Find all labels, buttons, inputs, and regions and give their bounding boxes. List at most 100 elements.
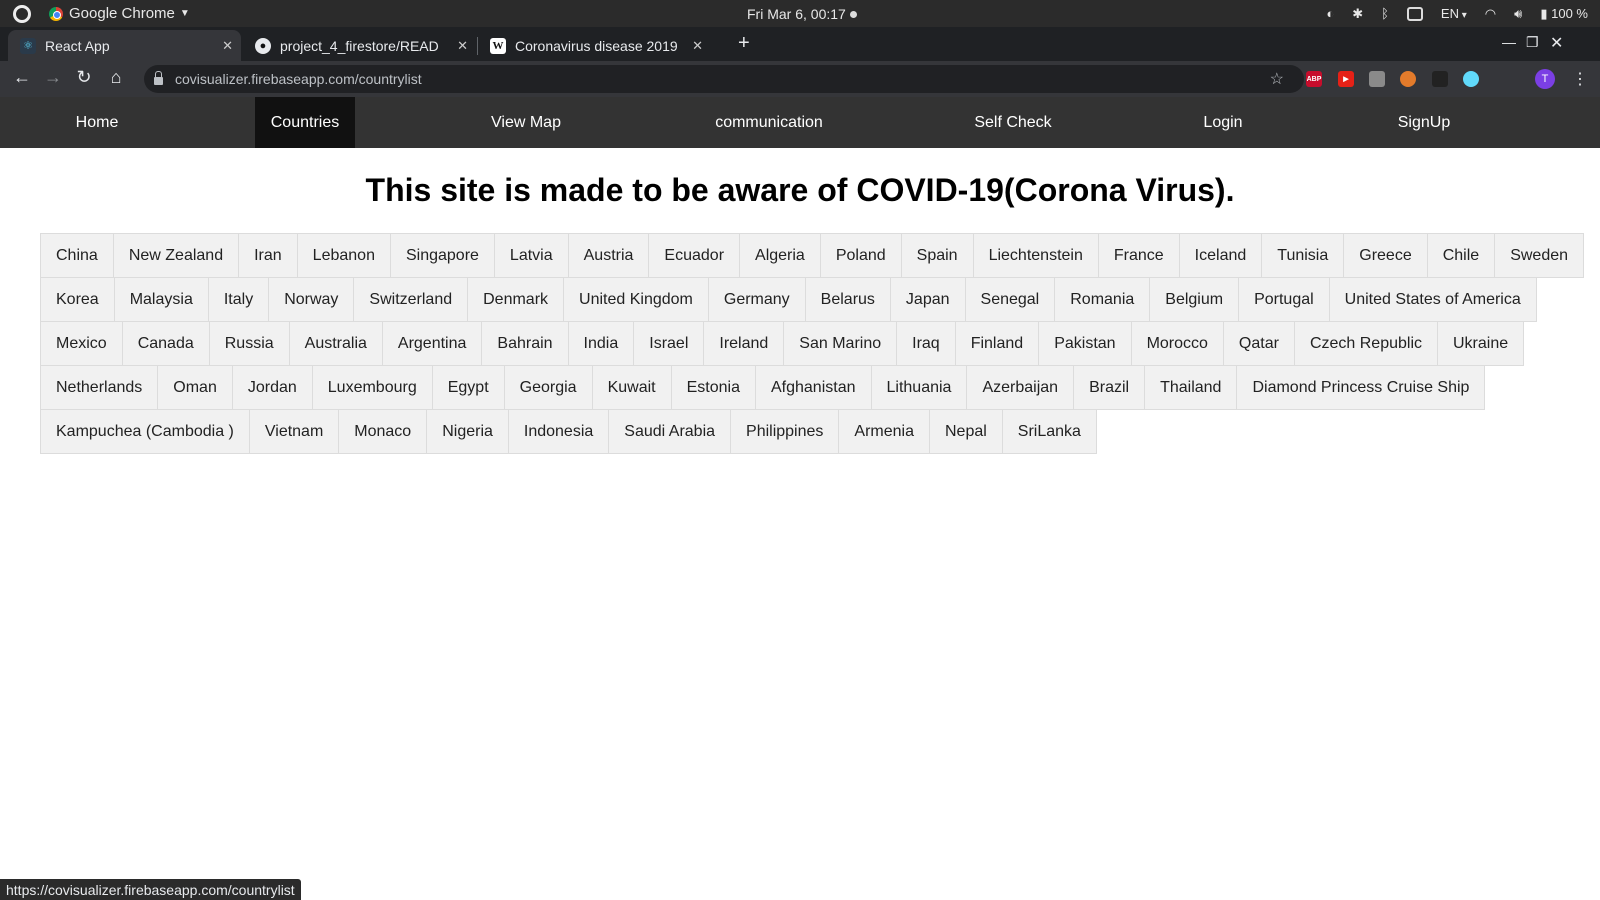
country-button[interactable]: Kuwait (591, 365, 672, 410)
tab-github-readme[interactable]: ● project_4_firestore/READ ✕ (243, 30, 476, 61)
country-button[interactable]: Nigeria (426, 409, 509, 454)
country-button[interactable]: Australia (288, 321, 383, 366)
country-button[interactable]: Jordan (231, 365, 313, 410)
country-button[interactable]: Korea (40, 277, 115, 322)
app-menu[interactable]: Google Chrome ▼ (49, 5, 190, 22)
country-button[interactable]: Indonesia (507, 409, 610, 454)
country-button[interactable]: Ukraine (1437, 321, 1525, 366)
minimize-icon[interactable]: — (1502, 34, 1516, 50)
printer-extension-icon[interactable] (1369, 71, 1385, 87)
country-button[interactable]: Germany (707, 277, 806, 322)
country-button[interactable]: Pakistan (1038, 321, 1132, 366)
country-button[interactable]: Mexico (40, 321, 123, 366)
dark-extension-icon[interactable] (1432, 71, 1448, 87)
country-button[interactable]: Georgia (503, 365, 593, 410)
slack-icon[interactable]: ✱ (1352, 6, 1363, 22)
restore-icon[interactable]: ❐ (1526, 34, 1539, 51)
nav-signup[interactable]: SignUp (1374, 97, 1474, 148)
tab-react-app[interactable]: ⚛ React App ✕ (8, 30, 241, 61)
country-button[interactable]: Thailand (1144, 365, 1238, 410)
country-button[interactable]: Ireland (703, 321, 785, 366)
country-button[interactable]: Oman (157, 365, 233, 410)
country-button[interactable]: Algeria (739, 233, 821, 278)
country-button[interactable]: Russia (208, 321, 290, 366)
ubuntu-logo-icon[interactable] (13, 4, 31, 23)
country-button[interactable]: Sweden (1494, 233, 1585, 278)
video-extension-icon[interactable]: ▶ (1338, 71, 1354, 87)
react-devtools-icon[interactable] (1463, 71, 1479, 87)
nav-communication[interactable]: communication (694, 97, 844, 148)
new-tab-icon[interactable]: + (738, 32, 750, 55)
country-button[interactable]: Netherlands (40, 365, 159, 410)
country-button[interactable]: Vietnam (248, 409, 340, 454)
country-button[interactable]: San Marino (783, 321, 898, 366)
country-button[interactable]: Monaco (338, 409, 428, 454)
close-window-icon[interactable]: ✕ (1550, 33, 1563, 53)
country-button[interactable]: Italy (207, 277, 270, 322)
country-button[interactable]: Greece (1343, 233, 1428, 278)
country-button[interactable]: Finland (954, 321, 1040, 366)
country-button[interactable]: Lebanon (296, 233, 391, 278)
country-button[interactable]: Bahrain (481, 321, 569, 366)
country-button[interactable]: Philippines (730, 409, 840, 454)
country-button[interactable]: Azerbaijan (966, 365, 1075, 410)
country-button[interactable]: Afghanistan (754, 365, 872, 410)
country-button[interactable]: China (40, 233, 114, 278)
nav-login[interactable]: Login (1178, 97, 1268, 148)
country-button[interactable]: Liechtenstein (972, 233, 1099, 278)
country-button[interactable]: Switzerland (353, 277, 469, 322)
country-button[interactable]: Estonia (670, 365, 756, 410)
country-button[interactable]: Austria (567, 233, 650, 278)
reload-icon[interactable]: ↻ (72, 67, 96, 88)
country-button[interactable]: Brazil (1073, 365, 1146, 410)
country-button[interactable]: Diamond Princess Cruise Ship (1236, 365, 1486, 410)
volume-icon[interactable]: 🔊︎ (1514, 6, 1522, 22)
home-icon[interactable]: ⌂ (104, 67, 128, 88)
country-button[interactable]: Argentina (381, 321, 483, 366)
bluetooth-icon[interactable]: ᛒ (1381, 6, 1389, 21)
address-bar[interactable]: covisualizer.firebaseapp.com/countrylist… (144, 65, 1304, 93)
country-button[interactable]: Spain (900, 233, 974, 278)
country-button[interactable]: France (1097, 233, 1180, 278)
country-button[interactable]: India (567, 321, 635, 366)
country-button[interactable]: SriLanka (1001, 409, 1097, 454)
country-button[interactable]: Norway (268, 277, 355, 322)
country-button[interactable]: Romania (1054, 277, 1151, 322)
country-button[interactable]: Nepal (928, 409, 1003, 454)
close-tab-icon[interactable]: ✕ (457, 38, 468, 54)
country-button[interactable]: Iran (238, 233, 298, 278)
country-button[interactable]: Morocco (1130, 321, 1224, 366)
country-button[interactable]: Chile (1426, 233, 1496, 278)
country-button[interactable]: Kampuchea (Cambodia ) (40, 409, 250, 454)
accessibility-icon[interactable]: ◐ (1326, 6, 1334, 21)
country-button[interactable]: Canada (121, 321, 210, 366)
country-button[interactable]: United States of America (1328, 277, 1537, 322)
bookmark-star-icon[interactable]: ☆ (1270, 69, 1284, 89)
country-button[interactable]: Czech Republic (1293, 321, 1438, 366)
adblock-plus-icon[interactable]: ABP (1306, 71, 1322, 87)
profile-avatar[interactable]: T (1535, 69, 1555, 89)
country-button[interactable]: Singapore (389, 233, 495, 278)
close-tab-icon[interactable]: ✕ (222, 38, 233, 54)
forward-icon[interactable]: → (41, 67, 65, 88)
country-button[interactable]: Iceland (1178, 233, 1263, 278)
nav-view-map[interactable]: View Map (466, 97, 586, 148)
country-button[interactable]: New Zealand (112, 233, 240, 278)
nav-home[interactable]: Home (48, 97, 146, 148)
country-button[interactable]: Armenia (838, 409, 930, 454)
wifi-icon[interactable]: ◠ (1485, 6, 1496, 22)
country-button[interactable]: Poland (819, 233, 902, 278)
terminal-icon[interactable] (1406, 6, 1423, 21)
language-selector[interactable]: EN (1441, 6, 1467, 21)
back-icon[interactable]: ← (10, 67, 34, 88)
country-button[interactable]: Ecuador (648, 233, 741, 278)
country-button[interactable]: Israel (633, 321, 705, 366)
country-button[interactable]: Malaysia (113, 277, 209, 322)
country-button[interactable]: Portugal (1238, 277, 1330, 322)
clock[interactable]: Fri Mar 6, 00:17 (747, 6, 857, 22)
tab-wikipedia-coronavirus[interactable]: W Coronavirus disease 2019 ✕ (478, 30, 711, 61)
country-button[interactable]: Denmark (467, 277, 565, 322)
country-button[interactable]: Qatar (1222, 321, 1295, 366)
battery-indicator[interactable]: ▮ 100 % (1540, 6, 1588, 22)
nav-self-check[interactable]: Self Check (953, 97, 1073, 148)
